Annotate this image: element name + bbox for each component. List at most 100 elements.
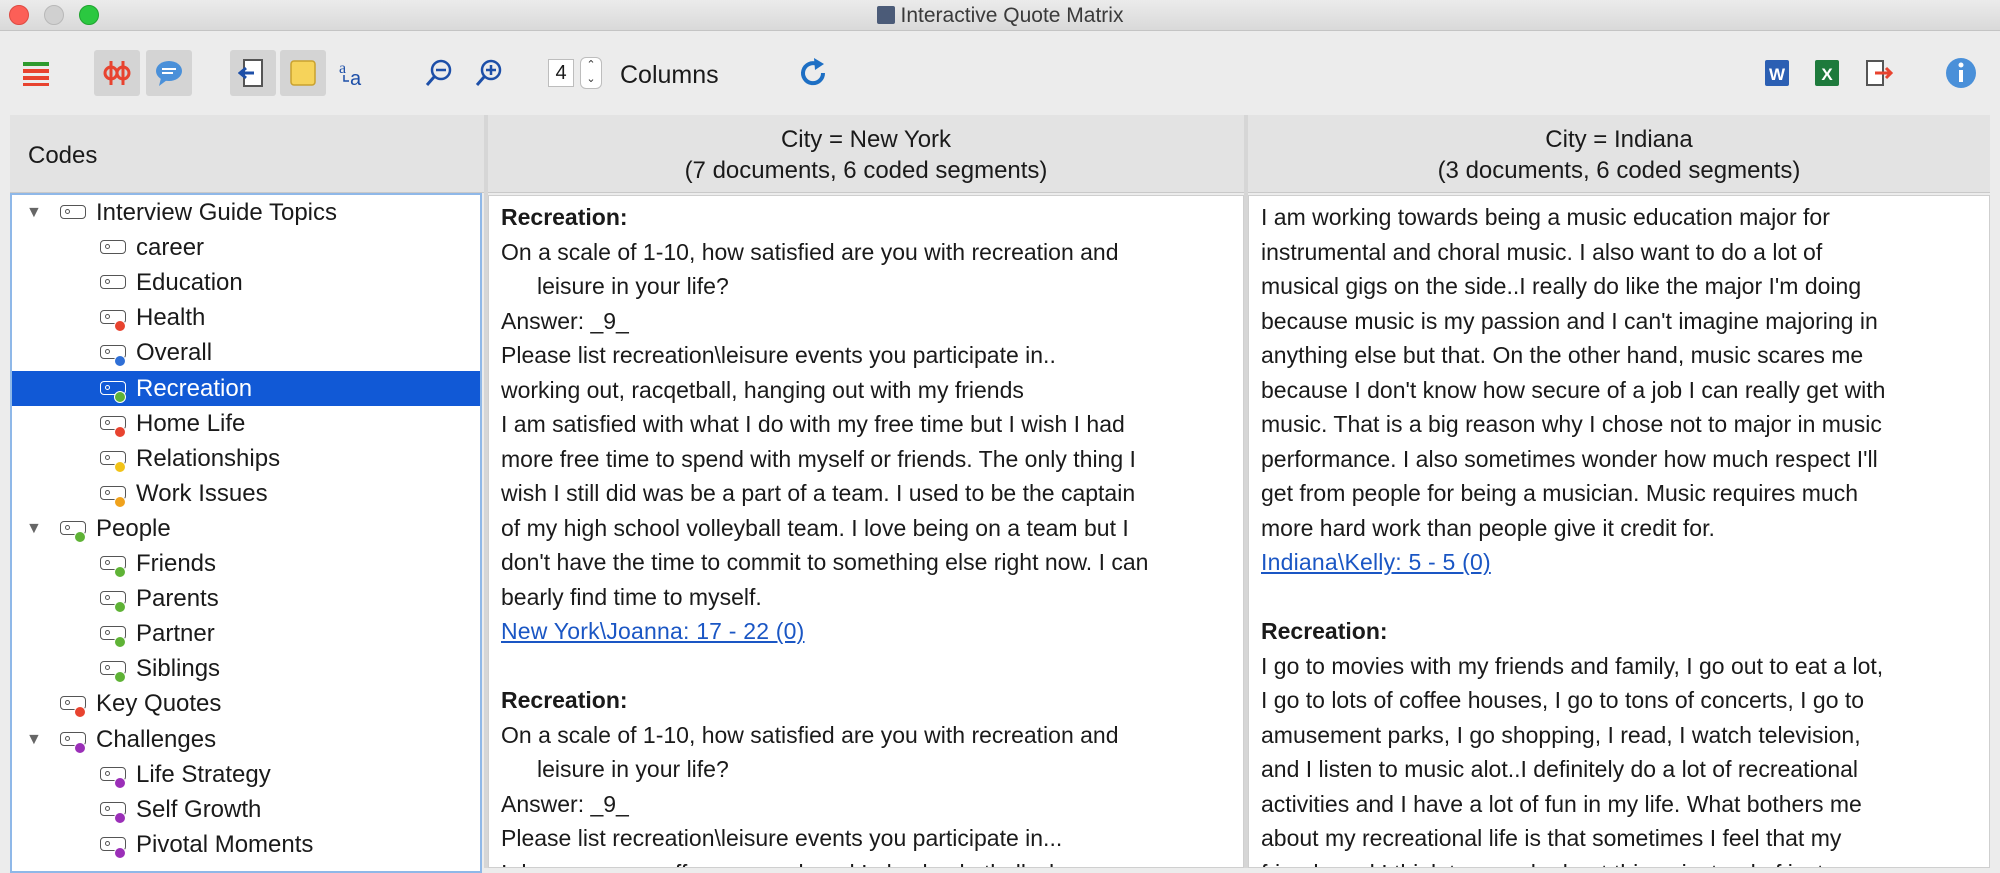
expand-arrow-icon[interactable]: ▼ xyxy=(26,722,42,757)
segment-text: wish I still did was be a part of a team… xyxy=(501,480,1136,506)
code-tag-icon xyxy=(60,205,86,219)
code-color-dot xyxy=(74,530,86,543)
code-color-dot xyxy=(114,776,126,789)
segment-source-link[interactable]: New York\Joanna: 17 - 22 (0) xyxy=(501,618,805,644)
column-header-new-york: City = New York (7 documents, 6 coded se… xyxy=(488,115,1244,193)
code-tree-item[interactable]: Pivotal Moments xyxy=(12,827,480,862)
column-body-new-york[interactable]: Recreation: On a scale of 1-10, how sati… xyxy=(488,195,1244,868)
code-tree-item-label: Education xyxy=(136,269,243,297)
code-tree-item[interactable]: Parents xyxy=(12,581,480,616)
svg-text:W: W xyxy=(1769,65,1786,84)
code-tree-item[interactable]: Relationships xyxy=(12,441,480,476)
segment-text: musical gigs on the side..I really do li… xyxy=(1261,273,1862,299)
segment-text: Answer: _9_ xyxy=(501,790,629,817)
code-tree-item-label: Challenges xyxy=(96,725,217,753)
code-color-dot xyxy=(114,636,126,649)
segment-text: because I don't know how secure of a job… xyxy=(1261,376,1886,403)
segment-text: Please list recreation\leisure events yo… xyxy=(501,825,1063,851)
column-header-title: City = Indiana xyxy=(1545,126,1693,153)
info-icon[interactable] xyxy=(1938,50,1984,96)
zoom-out-icon[interactable] xyxy=(416,50,462,96)
code-color-dot xyxy=(74,741,86,754)
segment-text: performance. I also sometimes wonder how… xyxy=(1261,445,1878,472)
code-tree-item[interactable]: Life Strategy xyxy=(12,757,480,792)
chevron-down-icon[interactable]: ⌄ xyxy=(586,73,595,85)
code-tree-item-label: Home Life xyxy=(136,409,246,437)
columns-stepper[interactable]: ⌃ ⌄ xyxy=(580,57,602,89)
segment-text: Please list recreation\leisure events yo… xyxy=(501,342,1056,368)
code-tree-item-label: Recreation xyxy=(136,374,253,402)
segment-text: On a scale of 1-10, how satisfied are yo… xyxy=(501,721,1119,748)
column-body-indiana[interactable]: I am working towards being a music educa… xyxy=(1248,195,1990,868)
code-tree-item[interactable]: Health xyxy=(12,300,480,335)
segment-text: I am satisfied with what I do with my fr… xyxy=(501,411,1125,437)
segment-text: bearly find time to myself. xyxy=(501,583,762,610)
segment-heading: Recreation: xyxy=(501,687,628,713)
menu-icon[interactable] xyxy=(13,50,59,96)
code-tree[interactable]: ▼ Interview Guide Topics career Education He… xyxy=(10,193,482,873)
code-color-dot xyxy=(114,320,126,333)
code-tag-icon xyxy=(100,275,126,290)
zoom-in-icon[interactable] xyxy=(466,50,512,96)
code-tree-item[interactable]: Home Life xyxy=(12,406,480,441)
columns-count-field[interactable]: 4 xyxy=(548,59,574,87)
code-tree-item[interactable]: ▼ Challenges xyxy=(12,722,480,757)
coded-segment: Recreation: On a scale of 1-10, how sati… xyxy=(489,196,1243,868)
column-header-subtitle: (7 documents, 6 coded segments) xyxy=(684,157,1048,184)
segment-text: activities and I have a lot of fun in my… xyxy=(1261,790,1862,817)
code-tree-item[interactable]: Recreation xyxy=(12,370,480,406)
code-color-dot xyxy=(114,566,126,578)
excel-export-icon[interactable]: X xyxy=(1804,50,1850,96)
codes-panel: Codes ▼ Interview Guide Topics career Educa… xyxy=(10,115,484,873)
chevron-up-icon[interactable]: ⌃ xyxy=(586,59,595,71)
code-tree-item[interactable]: Siblings xyxy=(12,651,480,686)
memo-bubble-icon[interactable] xyxy=(146,50,192,96)
word-export-icon[interactable]: W xyxy=(1754,50,1800,96)
segment-text: anything else but that. On the other han… xyxy=(1261,342,1864,368)
columns-label: Columns xyxy=(620,61,719,89)
svg-text:a: a xyxy=(350,68,362,89)
code-tree-item[interactable]: ▼ Interview Guide Topics xyxy=(12,195,480,230)
code-tree-item-label: Siblings xyxy=(136,655,221,683)
segment-text: music. That is a big reason why I chose … xyxy=(1261,411,1882,437)
code-tree-item[interactable]: Friends xyxy=(12,546,480,581)
code-tree-item[interactable]: Partner xyxy=(12,616,480,651)
code-color-dot xyxy=(114,811,126,824)
column-header-indiana: City = Indiana (3 documents, 6 coded seg… xyxy=(1248,115,1990,193)
code-tree-item-label: career xyxy=(136,234,205,262)
segment-text: I go to lots of coffee houses, I go to t… xyxy=(1261,687,1865,713)
code-tree-item[interactable]: Work Issues xyxy=(12,476,480,511)
toolbar: aa 4 ⌃ ⌄ Columns W X xyxy=(0,31,2000,115)
memo-note-icon[interactable] xyxy=(280,50,326,96)
segment-text: I dance my ass off every week and I play… xyxy=(501,856,1233,868)
segment-text: leisure in your life? xyxy=(537,756,729,782)
code-tree-item-label: Overall xyxy=(136,339,213,367)
text-format-icon[interactable]: aa xyxy=(330,50,376,96)
segment-text: leisure in your life? xyxy=(537,273,729,299)
segment-text: Answer: _9_ xyxy=(501,307,629,334)
code-tree-item[interactable]: ▼ People xyxy=(12,511,480,546)
code-tree-item[interactable]: Key Quotes xyxy=(12,686,480,721)
coded-segment: I am working towards being a music educa… xyxy=(1249,196,1989,867)
code-color-dot xyxy=(114,460,126,473)
segment-source-link[interactable]: Indiana\Kelly: 5 - 5 (0) xyxy=(1261,549,1491,575)
code-tree-item-label: Interview Guide Topics xyxy=(96,199,338,226)
code-tag-icon xyxy=(100,240,126,255)
code-tree-item-label: Health xyxy=(136,304,206,332)
export-arrow-icon[interactable] xyxy=(1856,50,1902,96)
code-color-dot xyxy=(74,706,86,719)
svg-text:a: a xyxy=(339,60,346,77)
code-tree-item[interactable]: Self Growth xyxy=(12,792,480,827)
export-document-icon[interactable] xyxy=(230,50,276,96)
code-tree-item[interactable]: Education xyxy=(12,265,480,300)
code-tree-item-label: Key Quotes xyxy=(96,690,222,718)
code-tree-item[interactable]: Overall xyxy=(12,335,480,370)
code-tree-item[interactable]: career xyxy=(12,230,480,265)
expand-arrow-icon[interactable]: ▼ xyxy=(26,195,42,230)
refresh-icon[interactable] xyxy=(790,50,836,96)
segment-text: amusement parks, I go shopping, I read, … xyxy=(1261,721,1861,748)
expand-arrow-icon[interactable]: ▼ xyxy=(26,511,42,546)
segment-text: working out, racqetball, hanging out wit… xyxy=(501,376,1024,403)
activate-codes-icon[interactable] xyxy=(94,50,140,96)
column-header-title: City = New York xyxy=(780,126,952,153)
